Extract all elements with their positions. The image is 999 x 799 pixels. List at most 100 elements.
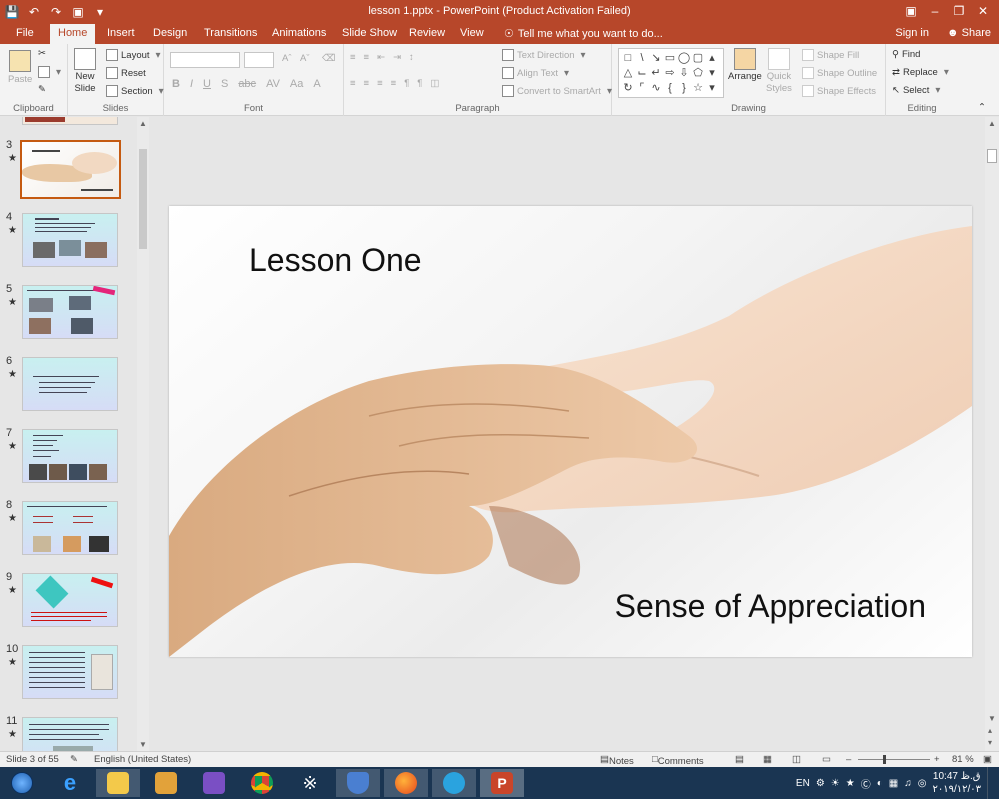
spell-check-icon[interactable]: ✎ [70,754,78,765]
bold-icon[interactable]: B [172,78,180,90]
align-right-icon[interactable]: ≡ [377,78,383,89]
tab-home[interactable]: Home [50,24,96,44]
ltr-icon[interactable]: ¶ [417,78,422,89]
tab-animations[interactable]: Animations [264,24,334,44]
fit-slide-icon[interactable]: ▣ [983,754,992,765]
line-shape-icon[interactable]: \ [635,51,649,66]
tray-app-icon[interactable]: ☀ [831,778,840,789]
zoom-in-icon[interactable]: + [934,754,940,765]
slide-sorter-view-icon[interactable]: ▦ [763,754,772,765]
volume-icon[interactable]: ♫ [904,778,912,789]
taskbar-chrome[interactable] [240,769,284,797]
taskbar-internet-explorer[interactable]: e [48,769,92,797]
current-slide[interactable]: Lesson One Sense of Appreciation [169,206,972,657]
tab-insert[interactable]: Insert [99,24,143,44]
slide-thumbnail-2[interactable] [22,117,118,125]
shape-outline-button[interactable]: Shape Outline [802,67,877,79]
slide-counter[interactable]: Slide 3 of 55 [6,754,59,765]
decrease-indent-icon[interactable]: ⇤ [377,52,385,63]
clear-formatting-button[interactable]: ⌫ [322,53,335,64]
char-spacing-icon[interactable]: AV [266,78,280,90]
collapse-ribbon-icon[interactable]: ⌃ [978,102,986,113]
thumbnail-scroll-thumb[interactable] [139,149,147,249]
network-icon[interactable]: ▦ [889,778,898,789]
taskbar-powerpoint[interactable]: P [480,769,524,797]
text-direction-button[interactable]: Text Direction ▾ [502,49,589,61]
show-desktop-button[interactable] [987,767,993,799]
slide-thumbnail-10[interactable] [22,645,118,699]
shape-effects-button[interactable]: Shape Effects [802,85,876,97]
format-painter-button[interactable]: ✎ [38,84,46,95]
strikethrough-icon[interactable]: abc [238,78,256,90]
shadow-icon[interactable]: S [221,78,228,90]
slide-scroll-thumb[interactable] [987,149,997,163]
down-arrow-shape-icon[interactable]: ⇩ [677,66,691,81]
language-indicator[interactable]: English (United States) [94,754,191,765]
taskbar-defender[interactable] [336,769,380,797]
input-language[interactable]: EN [796,778,810,789]
justify-icon[interactable]: ≡ [391,78,397,89]
cut-button[interactable]: ✂ [38,48,46,59]
more-shapes-down-icon[interactable]: ▾ [705,66,719,81]
shapes-gallery[interactable]: □ \ ↘ ▭ ◯ ▢ ▴ △ ⌙ ↵ ⇨ ⇩ ⬠ ▾ ↻ ⌜ ∿ { } ☆ … [618,48,724,98]
share-button[interactable]: ☻ Share [947,27,991,39]
taskbar-visual-studio[interactable] [192,769,236,797]
star-shape-icon[interactable]: ☆ [691,81,705,96]
taskbar-bluetooth[interactable]: ※ [288,769,332,797]
find-button[interactable]: ⚲ Find [892,49,920,60]
line-spacing-icon[interactable]: ↕ [409,52,414,63]
right-arrow-shape-icon[interactable]: ⇨ [663,66,677,81]
taskbar-media-player[interactable] [144,769,188,797]
reading-view-icon[interactable]: ◫ [792,754,801,765]
slide-editing-area[interactable]: Lesson One Sense of Appreciation [150,117,985,751]
tray-app-icon[interactable]: ★ [846,778,855,789]
slide-thumbnail-5[interactable] [22,285,118,339]
italic-icon[interactable]: I [190,78,193,90]
elbow-arrow-shape-icon[interactable]: ↵ [649,66,663,81]
oval-shape-icon[interactable]: ◯ [677,51,691,66]
slide-subtitle[interactable]: Sense of Appreciation [615,588,926,625]
thumbnail-scrollbar[interactable]: ▲ ▼ [137,117,149,751]
scroll-up-icon[interactable]: ▲ [988,119,996,128]
taskbar-firefox[interactable] [384,769,428,797]
slide-show-view-icon[interactable]: ▭ [822,754,831,765]
font-size-combo[interactable] [244,52,274,68]
textbox-shape-icon[interactable]: □ [621,51,635,66]
quick-styles-button[interactable]: Quick Styles [766,48,792,94]
align-text-button[interactable]: Align Text ▾ [502,67,572,79]
shape-fill-button[interactable]: Shape Fill [802,49,859,61]
taskbar-file-explorer[interactable] [96,769,140,797]
slide-title[interactable]: Lesson One [249,242,422,279]
left-brace-shape-icon[interactable]: { [663,81,677,96]
font-name-combo[interactable] [170,52,240,68]
smartart-button[interactable]: Convert to SmartArt ▾ [502,85,615,97]
align-center-icon[interactable]: ≡ [364,78,370,89]
arrange-button[interactable]: Arrange [728,48,762,82]
sign-in-link[interactable]: Sign in [895,27,929,39]
ribbon-display-options-icon[interactable]: ▣ [899,0,923,24]
slide-thumbnail-3[interactable] [20,140,121,199]
slide-thumbnail-pane[interactable]: 3 ★ 4 ★ 5 ★ 6 ★ 7 ★ 8 ★ 9 ★ 10 ★ 11 ★ [0,117,150,751]
scroll-down-icon[interactable]: ▼ [988,714,996,723]
notes-button[interactable]: ▤ Notes [600,754,634,767]
change-case-icon[interactable]: Aa [290,78,303,90]
columns-icon[interactable]: ◫ [430,78,439,89]
increase-font-size-button[interactable]: Aˆ [282,53,292,64]
expand-gallery-icon[interactable]: ▾ [705,81,719,96]
reset-button[interactable]: Reset [106,67,146,79]
curve-shape-icon[interactable]: ↻ [621,81,635,96]
slide-thumbnail-6[interactable] [22,357,118,411]
paste-button[interactable]: Paste [8,50,32,85]
elbow-shape-icon[interactable]: ⌙ [635,66,649,81]
clock[interactable]: 10:47 ق.ظ ۲۰۱۹/۱۲/۰۳ [932,770,981,796]
zoom-slider[interactable] [858,759,930,760]
select-button[interactable]: ↖ Select ▾ [892,85,943,96]
zoom-out-icon[interactable]: – [846,754,851,765]
align-left-icon[interactable]: ≡ [350,78,356,89]
comments-button[interactable]: □ Comments [652,754,704,767]
section-button[interactable]: Section ▾ [106,85,167,97]
zoom-level[interactable]: 81 % [952,754,974,765]
tab-design[interactable]: Design [145,24,195,44]
decrease-font-size-button[interactable]: Aˇ [300,53,310,64]
scroll-down-icon[interactable]: ▼ [139,740,147,749]
